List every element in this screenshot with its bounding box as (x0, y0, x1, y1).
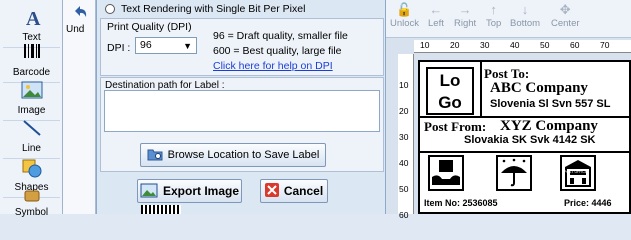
price[interactable]: Price: 4446 (564, 198, 612, 208)
ruler-top-70: 70 (600, 40, 610, 50)
dpi-select-value: 96 (140, 39, 152, 51)
item-number[interactable]: Item No: 2536085 (424, 198, 498, 208)
ruler-left-10: 10 (399, 80, 409, 90)
label-divider-2 (420, 151, 631, 153)
ruler-top-40: 40 (510, 40, 520, 50)
dpi-note-600: 600 = Best quality, large file (213, 45, 342, 57)
export-image-label: Export Image (162, 184, 240, 198)
undo-label[interactable]: Und (66, 24, 84, 35)
single-bit-radio-row[interactable]: Text Rendering with Single Bit Per Pixel (105, 3, 305, 15)
shipping-label[interactable]: Lo Go Post To: ABC Company Slovenia Sl S… (418, 60, 631, 214)
chevron-down-icon: ▼ (183, 41, 192, 51)
unlock-icon: 🔓 (396, 2, 413, 17)
destination-path-field[interactable] (104, 90, 380, 132)
to-address[interactable]: Slovenia Sl Svn 557 SL (490, 98, 610, 110)
align-bottom-label: Bottom (510, 18, 541, 29)
align-right-label: Right (454, 18, 477, 29)
close-icon (264, 182, 279, 200)
folder-search-icon (147, 147, 163, 164)
ruler-top-60: 60 (570, 40, 580, 50)
export-image-icon (140, 182, 158, 201)
dpi-label: DPI : (107, 42, 131, 54)
toolbar-strip: Und (63, 0, 96, 214)
ruler-top-50: 50 (540, 40, 550, 50)
symbol-tool-label: Symbol (14, 207, 49, 218)
logo-line1: Lo (439, 71, 461, 90)
svg-text:A: A (26, 8, 41, 28)
align-left-button[interactable]: ← Left (428, 2, 444, 29)
symbol-tool[interactable]: Symbol (3, 188, 60, 218)
export-image-dialog: Text Rendering with Single Bit Per Pixel… (96, 0, 386, 214)
dpi-note-96: 96 = Draft quality, smaller file (213, 30, 348, 42)
from-address[interactable]: Slovakia SK Svk 4142 SK (464, 134, 595, 146)
align-right-button[interactable]: → Right (454, 2, 476, 29)
ruler-left-50: 50 (399, 184, 409, 194)
unlock-label: Unlock (390, 18, 420, 29)
handle-with-care-box[interactable] (428, 155, 464, 191)
center-icon: ✥ (559, 2, 571, 17)
keep-dry-box[interactable] (496, 155, 532, 191)
label-canvas[interactable]: 10 20 30 40 50 60 70 10 20 30 40 50 60 L… (386, 38, 631, 220)
arrow-left-icon: ← (429, 2, 443, 17)
tool-palette: A Text Barcode Image Line Shapes Symbol (0, 0, 63, 218)
image-icon (21, 81, 43, 102)
line-icon (22, 119, 42, 140)
undo-icon (72, 4, 88, 21)
single-bit-radio[interactable] (105, 4, 115, 14)
browse-location-button[interactable]: Browse Location to Save Label (140, 143, 326, 167)
cancel-label: Cancel (283, 184, 324, 198)
label-divider-vertical (480, 62, 482, 116)
ruler-top-10: 10 (420, 40, 430, 50)
align-center-label: Center (551, 18, 580, 29)
ruler-top-20: 20 (450, 40, 460, 50)
post-office-text: POST OFFICE (564, 170, 588, 174)
ruler-left-40: 40 (399, 158, 409, 168)
ruler-top-30: 30 (480, 40, 490, 50)
barcode-icon (23, 43, 41, 62)
align-center-button[interactable]: ✥ Center (551, 2, 580, 29)
post-office-box[interactable]: POST OFFICE (560, 155, 596, 191)
unlock-button[interactable]: 🔓 Unlock (390, 2, 419, 29)
text-icon: A (22, 8, 42, 31)
umbrella-icon (501, 158, 527, 187)
shapes-icon (21, 158, 43, 181)
logo-line2: Go (438, 93, 462, 112)
dpi-select[interactable]: 96 ▼ (135, 37, 197, 54)
post-from-label[interactable]: Post From: (424, 119, 486, 135)
arrow-down-icon: ↓ (521, 2, 529, 17)
align-bottom-button[interactable]: ↓ Bottom (510, 2, 540, 29)
ruler-left-30: 30 (399, 132, 409, 142)
logo-box[interactable]: Lo Go (426, 67, 474, 115)
print-quality-title: Print Quality (DPI) (107, 21, 192, 33)
cancel-button[interactable]: Cancel (260, 179, 328, 203)
align-top-label: Top (486, 18, 502, 29)
to-company[interactable]: ABC Company (490, 80, 588, 97)
barcode-preview-fragment (141, 205, 181, 214)
handle-with-care-icon (432, 160, 460, 185)
ruler-top: 10 20 30 40 50 60 70 (414, 40, 631, 53)
align-left-label: Left (428, 18, 444, 29)
from-company[interactable]: XYZ Company (500, 118, 598, 135)
dpi-help-link[interactable]: Click here for help on DPI (213, 60, 333, 72)
arrow-right-icon: → (458, 2, 472, 17)
align-top-button[interactable]: ↑ Top (486, 2, 501, 29)
ruler-left-20: 20 (399, 106, 409, 116)
browse-location-label: Browse Location to Save Label (167, 149, 320, 161)
arrow-up-icon: ↑ (490, 2, 497, 17)
ruler-left: 10 20 30 40 50 60 (398, 54, 414, 220)
symbol-icon (22, 188, 42, 205)
alignment-toolbar: 🔓 Unlock ← Left → Right ↑ Top ↓ Bottom ✥… (386, 0, 631, 38)
ruler-left-60: 60 (399, 210, 409, 220)
single-bit-radio-label: Text Rendering with Single Bit Per Pixel (121, 3, 306, 15)
export-image-button[interactable]: Export Image (137, 179, 242, 203)
